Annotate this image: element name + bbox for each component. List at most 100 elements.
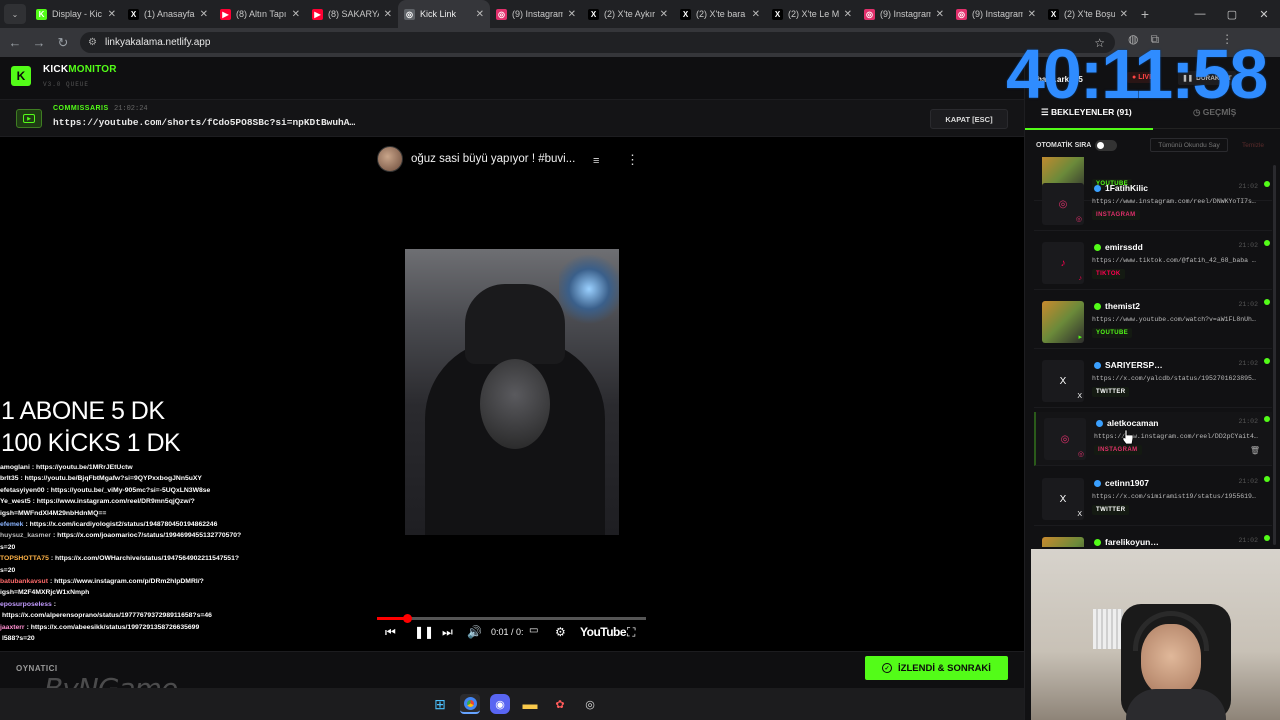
chat-username: amoglani	[0, 464, 30, 471]
tab-close-icon[interactable]: ✕	[292, 9, 300, 20]
captions-icon[interactable]: ▭	[529, 625, 538, 636]
tab-close-icon[interactable]: ✕	[384, 9, 392, 20]
site-info-icon[interactable]: ⚙	[88, 37, 97, 48]
folder-icon[interactable]: ▬	[520, 694, 540, 714]
browser-tab[interactable]: ◎ (9) Instagram ✕	[490, 0, 582, 28]
watched-next-button[interactable]: ✓ İZLENDİ & SONRAKİ	[865, 656, 1008, 680]
queue-url[interactable]: https://www.instagram.com/reel/DD2pCYait…	[1094, 433, 1268, 440]
browser-tab[interactable]: X (2) X'te Boşu ✕	[1042, 0, 1134, 28]
platform-badge: INSTAGRAM	[1094, 445, 1142, 455]
url-text: linkyakalama.netlify.app	[104, 37, 211, 48]
tab-close-icon[interactable]: ✕	[844, 9, 852, 20]
browser-tab[interactable]: X (2) X'te Le M ✕	[766, 0, 858, 28]
minimize-icon[interactable]: —	[1184, 0, 1216, 28]
queue-item[interactable]: ▸ themist2 21:02 https://www.youtube.com/wa…	[1034, 295, 1272, 349]
back-icon[interactable]: ←	[3, 35, 27, 50]
tab-search-button[interactable]: ⌄	[4, 4, 26, 24]
youtube-logo[interactable]: YouTube	[580, 625, 627, 639]
volume-icon[interactable]: 🔊	[467, 625, 482, 639]
tab-close-icon[interactable]: ✕	[476, 9, 484, 20]
now-playing-user: COMMISSARIS	[53, 105, 109, 112]
browser-tab[interactable]: ◎ (9) Instagram ✕	[858, 0, 950, 28]
browser-tab[interactable]: ▶ (8) Altın Tapı ✕	[214, 0, 306, 28]
tab-close-icon[interactable]: ✕	[1120, 9, 1128, 20]
video-progress-bar[interactable]	[377, 614, 646, 623]
queue-item[interactable]: ◎ ◎ 1FatihKilic 21:02 https://www.instagram.…	[1034, 177, 1272, 231]
brand-part-2: MONITOR	[68, 64, 117, 75]
browser-tab[interactable]: ◎ Kick Link ✕	[398, 0, 490, 28]
platform-badge: YOUTUBE	[1092, 328, 1133, 338]
tab-close-icon[interactable]: ✕	[660, 9, 668, 20]
tab-close-icon[interactable]: ✕	[1028, 9, 1036, 20]
forward-icon[interactable]: →	[27, 35, 51, 50]
hand-cursor-icon	[1122, 429, 1134, 445]
twitter-icon: X	[1059, 493, 1067, 505]
app-icon[interactable]: ✿	[550, 694, 570, 714]
queue-item[interactable]: ◎ ◎ aletkocaman 21:02 https://www.instagram.…	[1034, 412, 1272, 466]
queue-item[interactable]: ♪ ♪ emirssdd 21:02 https://www.tiktok.com/@f…	[1034, 236, 1272, 290]
queue-time: 21:02	[1238, 242, 1258, 249]
queue-thumbnail: XX	[1042, 478, 1084, 520]
queue-scrollbar[interactable]	[1273, 165, 1276, 545]
url-bar[interactable]: ⚙ linkyakalama.netlify.app ☆	[80, 32, 1115, 53]
video-more-icon[interactable]: ⋮	[626, 152, 639, 168]
obs-icon[interactable]: ◎	[580, 694, 600, 714]
queue-item[interactable]: X Xcetinn1907 21:02 https://x.com/simiramis…	[1034, 472, 1272, 526]
mark-all-read-button[interactable]: Tümünü Okundu Say	[1150, 138, 1228, 152]
tab-title: (8) SAKARYA	[328, 9, 379, 19]
maximize-icon[interactable]: ▢	[1216, 0, 1248, 28]
tab-close-icon[interactable]: ✕	[200, 9, 208, 20]
new-tab-button[interactable]: +	[1134, 6, 1156, 22]
browser-tab[interactable]: X (2) X'te bara ✕	[674, 0, 766, 28]
now-playing-url[interactable]: https://youtube.com/shorts/fCdo5PO8SBc?s…	[53, 117, 355, 128]
chat-text: : https://youtu.be/BjqFbtMgafw?si=9QYPxx…	[20, 475, 202, 483]
platform-badge: TIKTOK	[1092, 269, 1125, 279]
tab-favicon-icon: X	[1048, 8, 1059, 20]
chat-message: eposurposeless:	[0, 599, 250, 610]
settings-gear-icon[interactable]: ⚙	[555, 625, 566, 639]
chat-username: TOPSHOTTA75	[0, 555, 49, 563]
queue-url[interactable]: https://x.com/yalcdb/status/195270162389…	[1092, 375, 1266, 382]
video-frame[interactable]	[405, 249, 619, 535]
browser-tab[interactable]: K Display - Kic ✕	[30, 0, 122, 28]
channel-avatar[interactable]	[377, 146, 403, 172]
queue-url[interactable]: https://www.instagram.com/reel/DNWKYoTI7…	[1092, 198, 1266, 205]
discord-icon[interactable]: ◉	[490, 694, 510, 714]
chat-username: huysuz_kasmer	[0, 532, 52, 540]
fullscreen-icon[interactable]: ⛶	[627, 625, 635, 640]
close-button[interactable]: KAPAT [ESC]	[930, 109, 1008, 129]
tab-close-icon[interactable]: ✕	[752, 9, 760, 20]
tab-favicon-icon: ▶	[220, 8, 231, 20]
tab-close-icon[interactable]: ✕	[108, 9, 116, 20]
tab-favicon-icon: X	[128, 8, 139, 20]
queue-item[interactable]: X X SARIYERSP… 21:02 https://x.com/yalcdb/st…	[1034, 354, 1272, 408]
tab-close-icon[interactable]: ✕	[936, 9, 944, 20]
pause-icon[interactable]: ❚❚	[414, 625, 434, 639]
video-title[interactable]: oğuz sasi büyü yapıyor ! #buvi...	[411, 153, 575, 165]
browser-tab[interactable]: ◎ (9) Instagram ✕	[950, 0, 1042, 28]
queue-time: 21:02	[1238, 537, 1258, 544]
reload-icon[interactable]: ↻	[51, 35, 75, 51]
queue-item[interactable]: ▸ farelikoyun… 21:02	[1034, 531, 1272, 547]
video-time: 0:01 / 0:	[491, 627, 524, 637]
queue-time: 21:02	[1238, 183, 1258, 190]
close-window-icon[interactable]: ✕	[1248, 0, 1280, 28]
chat-message: efemek: https://x.com/icardiyologist2/st…	[0, 519, 250, 530]
chat-message: amoglani: https://youtu.be/1MRrJEtUctw	[0, 462, 250, 473]
windows-icon[interactable]: ⊞	[430, 694, 450, 714]
queue-url[interactable]: https://x.com/simiramist19/status/195561…	[1092, 493, 1266, 500]
chrome-icon[interactable]	[460, 694, 480, 714]
browser-tabstrip: ⌄ K Display - Kic ✕ X (1) Anasayfa ✕ ▶ (8) Altı…	[0, 0, 1280, 28]
clear-button[interactable]: Temizle	[1235, 138, 1271, 152]
browser-tab[interactable]: ▶ (8) SAKARYA ✕	[306, 0, 398, 28]
browser-tab[interactable]: X (1) Anasayfa ✕	[122, 0, 214, 28]
trash-icon[interactable]: 🗑	[1250, 446, 1260, 455]
previous-icon[interactable]: ⏮	[385, 625, 396, 640]
browser-tab[interactable]: X (2) X'te Aykır ✕	[582, 0, 674, 28]
tab-close-icon[interactable]: ✕	[568, 9, 576, 20]
queue-url[interactable]: https://www.tiktok.com/@fatih_42_68_baba…	[1092, 257, 1266, 264]
next-icon[interactable]: ⏭	[442, 625, 453, 640]
playlist-add-icon[interactable]: ≡	[593, 155, 599, 167]
queue-url[interactable]: https://www.youtube.com/watch?v=aW1FL8nU…	[1092, 316, 1266, 323]
auto-queue-toggle[interactable]	[1095, 140, 1117, 151]
